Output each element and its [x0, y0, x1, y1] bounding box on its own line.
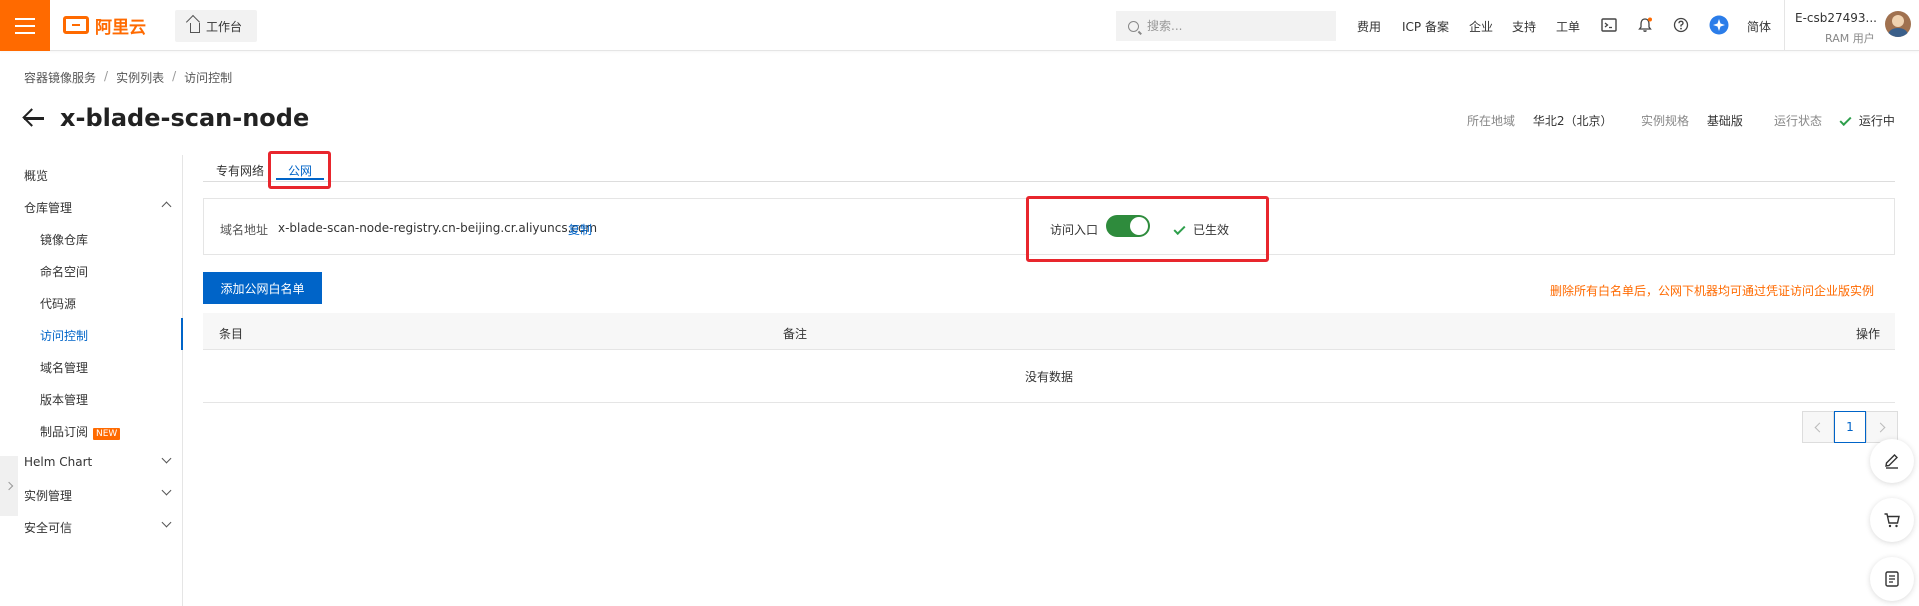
home-icon	[189, 22, 200, 33]
highlight-box	[1026, 196, 1269, 262]
add-public-whitelist-button[interactable]: 添加公网白名单	[203, 272, 322, 304]
back-arrow-icon[interactable]	[22, 108, 46, 128]
sidebar-item-label: 制品订阅	[40, 425, 89, 439]
domain-label: 域名地址	[220, 223, 269, 237]
title-row: x-blade-scan-node	[22, 104, 309, 132]
sidebar-item-overview[interactable]: 概览	[24, 167, 48, 184]
chevron-right-icon	[4, 481, 14, 491]
breadcrumb: 容器镜像服务 / 实例列表 / 访问控制	[24, 69, 232, 86]
sidebar-item-instance-management[interactable]: 实例管理	[24, 487, 72, 504]
bell-icon[interactable]	[1637, 17, 1653, 33]
new-badge: NEW	[93, 428, 121, 440]
copy-link[interactable]: 复制	[568, 221, 592, 238]
help-icon[interactable]	[1673, 17, 1689, 33]
sidebar-item-security[interactable]: 安全可信	[24, 519, 72, 536]
cart-button[interactable]	[1870, 498, 1914, 542]
sidebar-item-code-source[interactable]: 代码源	[40, 295, 76, 312]
sidebar-collapse-toggle[interactable]	[0, 456, 18, 516]
sidebar-item-repo-management[interactable]: 仓库管理	[24, 199, 72, 216]
spec-info: 实例规格 基础版	[1641, 112, 1743, 129]
hamburger-menu-button[interactable]	[0, 0, 50, 51]
sidebar-item-domain[interactable]: 域名管理	[40, 359, 88, 376]
spec-value: 基础版	[1706, 114, 1743, 128]
aliyun-logo-icon	[63, 16, 89, 34]
tools-button[interactable]	[1870, 557, 1914, 601]
avatar[interactable]	[1885, 11, 1911, 37]
user-name: E-csb27493...	[1795, 11, 1877, 25]
page-number[interactable]: 1	[1834, 411, 1866, 443]
status-label: 运行状态	[1774, 114, 1823, 128]
nav-support[interactable]: 支持	[1512, 18, 1536, 35]
tab-vpc[interactable]: 专有网络	[216, 162, 264, 179]
active-indicator	[181, 318, 183, 350]
breadcrumb-item: 访问控制	[184, 71, 233, 85]
sidebar-item-helm-chart[interactable]: Helm Chart	[24, 455, 92, 469]
sidebar-item-version[interactable]: 版本管理	[40, 391, 88, 408]
assistant-icon[interactable]	[1709, 15, 1729, 35]
search-input[interactable]	[1147, 19, 1307, 33]
sidebar-item-artifact-subscription[interactable]: 制品订阅 NEW	[40, 423, 121, 440]
global-search[interactable]	[1116, 11, 1336, 41]
chevron-down-icon[interactable]	[161, 517, 172, 528]
region-value: 华北2（北京）	[1532, 114, 1613, 128]
sidebar-item-access-control[interactable]: 访问控制	[40, 327, 88, 344]
chevron-right-icon	[1875, 422, 1886, 432]
nav-enterprise[interactable]: 企业	[1469, 18, 1493, 35]
top-navigation-bar: 阿里云 工作台 费用 ICP 备案 企业 支持 工单 简体 E-csb27493…	[0, 0, 1919, 51]
feedback-button[interactable]	[1870, 439, 1914, 483]
network-tabs: 专有网络 公网	[203, 155, 1895, 182]
user-role: RAM 用户	[1825, 32, 1875, 45]
highlight-box	[268, 151, 331, 189]
table-header: 条目 备注 操作	[203, 313, 1895, 350]
chevron-down-icon[interactable]	[161, 453, 172, 464]
sidebar: 概览 仓库管理 镜像仓库 命名空间 代码源 访问控制 域名管理 版本管理 制品订…	[0, 155, 183, 606]
nav-ticket[interactable]: 工单	[1556, 18, 1580, 35]
document-icon	[1885, 571, 1899, 587]
column-actions: 操作	[1856, 327, 1881, 341]
sidebar-item-namespace[interactable]: 命名空间	[40, 263, 88, 280]
spec-label: 实例规格	[1641, 114, 1690, 128]
column-remark: 备注	[783, 327, 808, 341]
brand-name: 阿里云	[95, 17, 146, 38]
aliyun-logo[interactable]: 阿里云	[63, 14, 146, 38]
empty-state: 没有数据	[203, 350, 1895, 403]
search-icon	[1128, 20, 1139, 32]
prev-page-button[interactable]	[1802, 411, 1834, 443]
sidebar-item-image-repo[interactable]: 镜像仓库	[40, 231, 88, 248]
page-title: x-blade-scan-node	[60, 104, 310, 132]
breadcrumb-separator: /	[172, 69, 177, 83]
nav-icp[interactable]: ICP 备案	[1402, 18, 1449, 35]
nav-billing[interactable]: 费用	[1357, 18, 1381, 35]
workbench-label: 工作台	[205, 19, 242, 34]
region-label: 所在地域	[1467, 114, 1516, 128]
whitelist-table: 条目 备注 操作 没有数据	[203, 313, 1895, 403]
chevron-left-icon	[1814, 422, 1825, 432]
edit-icon	[1885, 454, 1898, 469]
status-value: 运行中	[1858, 114, 1895, 128]
status-info: 运行状态 运行中	[1774, 112, 1895, 129]
language-switch[interactable]: 简体	[1747, 18, 1771, 35]
workbench-button[interactable]: 工作台	[175, 10, 257, 42]
pagination: 1	[1802, 411, 1898, 443]
column-entry: 条目	[219, 327, 244, 341]
check-icon	[1839, 113, 1852, 127]
whitelist-warning: 删除所有白名单后，公网下机器均可通过凭证访问企业版实例	[1550, 284, 1875, 298]
cart-icon	[1884, 513, 1900, 528]
terminal-icon[interactable]	[1601, 17, 1617, 33]
region-info: 所在地域 华北2（北京）	[1467, 112, 1612, 129]
chevron-up-icon[interactable]	[161, 201, 172, 212]
breadcrumb-item[interactable]: 容器镜像服务	[24, 69, 96, 86]
breadcrumb-item[interactable]: 实例列表	[116, 69, 164, 86]
domain-value: x-blade-scan-node-registry.cn-beijing.cr…	[278, 221, 598, 235]
user-menu[interactable]: E-csb27493... RAM 用户	[1784, 0, 1919, 51]
breadcrumb-separator: /	[104, 69, 109, 83]
chevron-down-icon[interactable]	[161, 485, 172, 496]
